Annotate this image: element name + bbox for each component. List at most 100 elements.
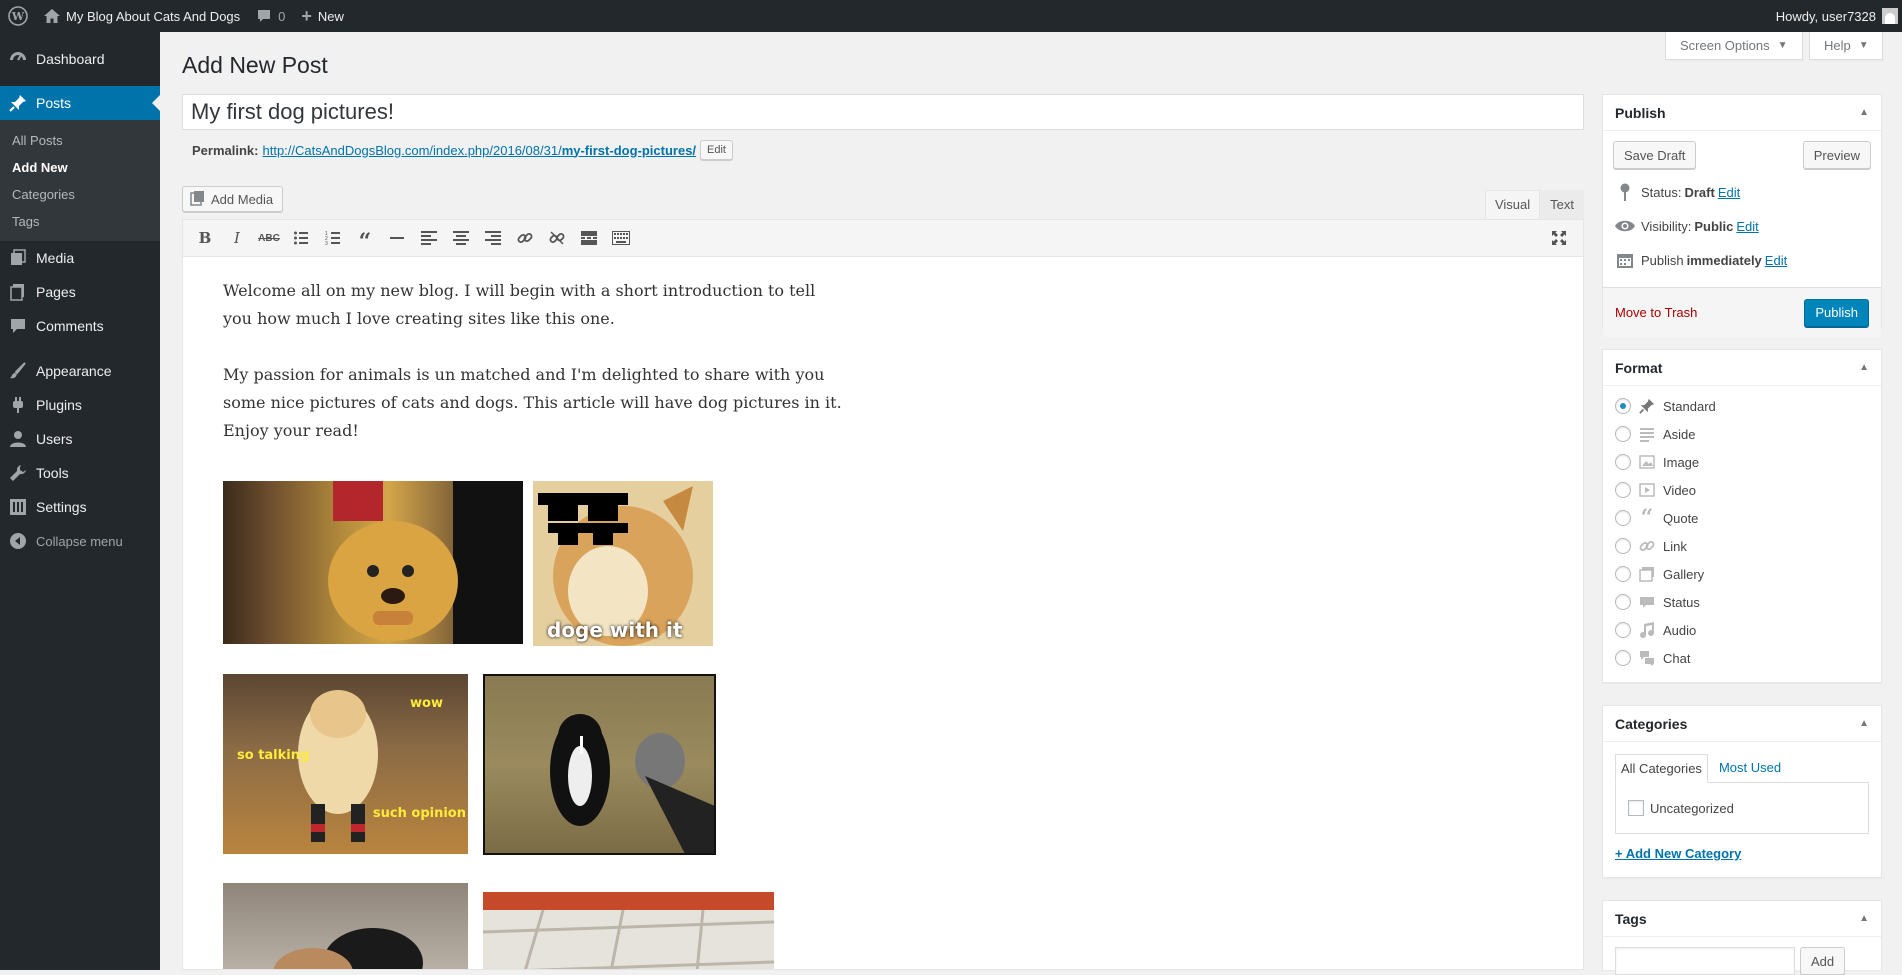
visibility-edit-link[interactable]: Edit bbox=[1736, 219, 1758, 234]
new-content-link[interactable]: + New bbox=[293, 0, 352, 32]
radio-button[interactable] bbox=[1615, 426, 1631, 442]
wrench-icon bbox=[8, 463, 28, 483]
permalink-edit-button[interactable]: Edit bbox=[700, 140, 733, 160]
format-option-video[interactable]: Video bbox=[1603, 476, 1881, 504]
sidebar-item-media[interactable]: Media bbox=[0, 241, 160, 275]
tab-visual[interactable]: Visual bbox=[1484, 190, 1541, 219]
format-option-chat[interactable]: Chat bbox=[1603, 644, 1881, 672]
doge-sunglasses-image[interactable]: doge with it bbox=[533, 481, 713, 646]
bulleted-list-button[interactable] bbox=[285, 223, 317, 253]
collapse-arrow-icon[interactable]: ▲ bbox=[1859, 718, 1869, 729]
posts-submenu: All Posts Add New Categories Tags bbox=[0, 120, 160, 241]
image-caption: wow bbox=[410, 696, 443, 711]
add-tag-button[interactable]: Add bbox=[1800, 947, 1846, 975]
add-media-button[interactable]: Add Media bbox=[182, 186, 284, 212]
submenu-tags[interactable]: Tags bbox=[0, 208, 160, 235]
fullscreen-button[interactable] bbox=[1543, 223, 1575, 253]
site-name-link[interactable]: My Blog About Cats And Dogs bbox=[36, 0, 248, 32]
sidebar-item-tools[interactable]: Tools bbox=[0, 456, 160, 490]
media-icon bbox=[190, 190, 206, 209]
radio-button[interactable] bbox=[1615, 594, 1631, 610]
sidebar-item-posts[interactable]: Posts bbox=[0, 86, 160, 120]
radio-button[interactable] bbox=[1615, 566, 1631, 582]
tag-input[interactable] bbox=[1615, 947, 1795, 975]
add-new-category-link[interactable]: + Add New Category bbox=[1615, 846, 1741, 861]
save-draft-button[interactable]: Save Draft bbox=[1613, 141, 1697, 169]
radio-button[interactable] bbox=[1615, 454, 1631, 470]
format-option-status[interactable]: Status bbox=[1603, 588, 1881, 616]
tags-box-header[interactable]: Tags ▲ bbox=[1603, 901, 1881, 937]
sidebar-item-users[interactable]: Users bbox=[0, 422, 160, 456]
post-title-wrap bbox=[182, 94, 1584, 130]
kitchen-tile-image[interactable] bbox=[483, 892, 774, 969]
format-option-image[interactable]: Image bbox=[1603, 448, 1881, 476]
tab-all-categories[interactable]: All Categories bbox=[1615, 754, 1708, 783]
wordpress-logo-icon[interactable]: W bbox=[0, 0, 36, 32]
format-option-quote[interactable]: “ Quote bbox=[1603, 504, 1881, 532]
sidebar-item-dashboard[interactable]: Dashboard bbox=[0, 41, 160, 77]
radio-button[interactable] bbox=[1615, 538, 1631, 554]
publish-button[interactable]: Publish bbox=[1804, 298, 1869, 327]
sidebar-item-settings[interactable]: Settings bbox=[0, 490, 160, 524]
read-more-button[interactable] bbox=[573, 223, 605, 253]
bold-button[interactable]: B bbox=[189, 223, 221, 253]
tab-most-used[interactable]: Most Used bbox=[1714, 754, 1786, 783]
numbered-list-button[interactable]: 123 bbox=[317, 223, 349, 253]
format-option-gallery[interactable]: Gallery bbox=[1603, 560, 1881, 588]
shiba-boots-image[interactable]: wow so talking such opinion bbox=[223, 674, 468, 854]
publish-box-header[interactable]: Publish ▲ bbox=[1603, 95, 1881, 131]
category-checkbox[interactable] bbox=[1628, 800, 1644, 816]
format-option-standard[interactable]: Standard bbox=[1603, 392, 1881, 420]
move-to-trash-link[interactable]: Move to Trash bbox=[1615, 305, 1697, 320]
radio-button[interactable] bbox=[1615, 650, 1631, 666]
comments-link[interactable]: 0 bbox=[248, 0, 293, 32]
tab-text[interactable]: Text bbox=[1540, 190, 1584, 219]
help-button[interactable]: Help ▼ bbox=[1809, 32, 1883, 60]
align-left-button[interactable] bbox=[413, 223, 445, 253]
format-option-label: Image bbox=[1663, 454, 1700, 470]
collapse-arrow-icon[interactable]: ▲ bbox=[1859, 107, 1869, 118]
boston-terrier-image[interactable] bbox=[483, 674, 716, 855]
format-option-link[interactable]: Link bbox=[1603, 532, 1881, 560]
radio-button[interactable] bbox=[1615, 398, 1631, 414]
sidebar-item-appearance[interactable]: Appearance bbox=[0, 354, 160, 388]
pin-icon bbox=[1637, 396, 1657, 416]
format-option-aside[interactable]: Aside bbox=[1603, 420, 1881, 448]
sidebar-item-pages[interactable]: Pages bbox=[0, 275, 160, 309]
format-option-audio[interactable]: Audio bbox=[1603, 616, 1881, 644]
collapse-arrow-icon[interactable]: ▲ bbox=[1859, 913, 1869, 924]
collapse-menu-button[interactable]: Collapse menu bbox=[0, 524, 160, 558]
add-media-label: Add Media bbox=[211, 191, 274, 207]
insert-link-button[interactable] bbox=[509, 223, 541, 253]
editor-content[interactable]: Welcome all on my new blog. I will begin… bbox=[183, 257, 1583, 969]
italic-button[interactable]: I bbox=[221, 223, 253, 253]
status-edit-link[interactable]: Edit bbox=[1718, 185, 1740, 200]
strikethrough-button[interactable]: ABC bbox=[253, 223, 285, 253]
align-center-button[interactable] bbox=[445, 223, 477, 253]
permalink-link[interactable]: http://CatsAndDogsBlog.com/index.php/201… bbox=[262, 143, 696, 158]
post-title-input[interactable] bbox=[182, 94, 1584, 130]
categories-box-header[interactable]: Categories ▲ bbox=[1603, 706, 1881, 742]
screen-options-button[interactable]: Screen Options ▼ bbox=[1665, 32, 1803, 60]
cat-dog-image[interactable] bbox=[223, 883, 468, 969]
golden-retriever-image[interactable] bbox=[223, 481, 523, 644]
toolbar-toggle-button[interactable] bbox=[605, 223, 637, 253]
align-right-button[interactable] bbox=[477, 223, 509, 253]
remove-link-button[interactable] bbox=[541, 223, 573, 253]
my-account-link[interactable]: Howdy, user7328 bbox=[1768, 0, 1902, 32]
submenu-categories[interactable]: Categories bbox=[0, 181, 160, 208]
submenu-all-posts[interactable]: All Posts bbox=[0, 127, 160, 154]
sidebar-item-comments[interactable]: Comments bbox=[0, 309, 160, 343]
format-box-header[interactable]: Format ▲ bbox=[1603, 350, 1881, 386]
blockquote-button[interactable]: “ bbox=[349, 223, 381, 253]
radio-button[interactable] bbox=[1615, 510, 1631, 526]
sidebar-item-plugins[interactable]: Plugins bbox=[0, 388, 160, 422]
submenu-add-new[interactable]: Add New bbox=[0, 154, 160, 181]
horizontal-line-button[interactable] bbox=[381, 223, 413, 253]
radio-button[interactable] bbox=[1615, 482, 1631, 498]
publish-time-edit-link[interactable]: Edit bbox=[1765, 253, 1787, 268]
permalink: Permalink: http://CatsAndDogsBlog.com/in… bbox=[192, 140, 733, 160]
collapse-arrow-icon[interactable]: ▲ bbox=[1859, 362, 1869, 373]
radio-button[interactable] bbox=[1615, 622, 1631, 638]
preview-button[interactable]: Preview bbox=[1802, 141, 1871, 169]
